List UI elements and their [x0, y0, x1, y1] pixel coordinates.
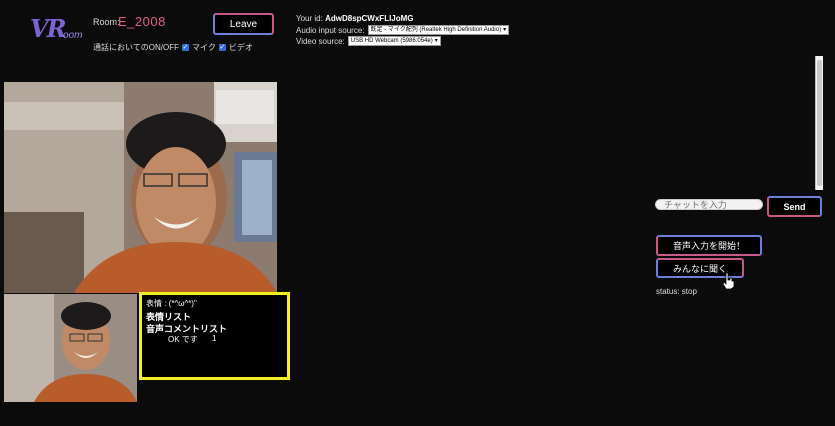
- start-voice-input-button[interactable]: 音声入力を開始！: [656, 235, 762, 256]
- remote-video-frame: [4, 82, 277, 293]
- call-toggle-label: 通話においてのON/OFF: [93, 43, 179, 52]
- video-source-value: USB HD Webcam (5986:054e): [350, 38, 433, 44]
- room-id: E_2008: [118, 14, 166, 29]
- video-checkbox[interactable]: ✓: [218, 44, 226, 51]
- chevron-down-icon: ▾: [434, 38, 438, 44]
- your-id-row: Your id: AdwD8spCWxFLlJoMG: [296, 14, 414, 23]
- video-source-label: Video source:: [296, 36, 345, 46]
- voice-entry-count: 1: [212, 334, 217, 343]
- video-source-select[interactable]: USB HD Webcam (5986:054e) ▾: [347, 36, 441, 46]
- leave-button[interactable]: Leave: [213, 13, 274, 35]
- remote-video: [4, 82, 277, 293]
- expression-line: 表情 : (*^ω^*)": [146, 299, 197, 308]
- video-label: ビデオ: [228, 43, 253, 52]
- mic-checkbox[interactable]: ✓: [181, 44, 189, 51]
- audio-source-label: Audio input source:: [296, 25, 365, 35]
- audio-source-select[interactable]: 既定 - マイク配列 (Realtek High Definition Audi…: [367, 25, 510, 35]
- self-video: [4, 294, 137, 402]
- voice-status: status: stop: [656, 287, 697, 296]
- your-id-value: AdwD8spCWxFLlJoMG: [325, 14, 414, 23]
- your-id-label: Your id:: [296, 14, 323, 23]
- video-source-row: Video source: USB HD Webcam (5986:054e) …: [296, 36, 441, 46]
- chevron-down-icon: ▾: [503, 27, 507, 33]
- voice-entry-text: OK です: [168, 335, 198, 344]
- room-label: Room:: [93, 17, 120, 27]
- logo-text-small: oom: [63, 30, 83, 41]
- logo-text-big: VR: [30, 14, 67, 43]
- send-button[interactable]: Send: [767, 196, 822, 217]
- chat-scrollbar-thumb[interactable]: [817, 60, 822, 186]
- reaction-info-panel: 表情 : (*^ω^*)" 表情リスト 音声コメントリスト OK です 1: [139, 292, 290, 380]
- chat-input[interactable]: [655, 199, 763, 210]
- app-logo: VR oom: [30, 14, 90, 44]
- mic-label: マイク: [191, 43, 216, 52]
- hand-cursor-icon: [722, 272, 735, 290]
- call-toggle-row: 通話においてのON/OFF ✓ マイク ✓ ビデオ: [93, 42, 253, 53]
- audio-source-row: Audio input source: 既定 - マイク配列 (Realtek …: [296, 25, 510, 35]
- audio-source-value: 既定 - マイク配列 (Realtek High Definition Audi…: [370, 27, 502, 33]
- self-video-frame: [4, 294, 137, 402]
